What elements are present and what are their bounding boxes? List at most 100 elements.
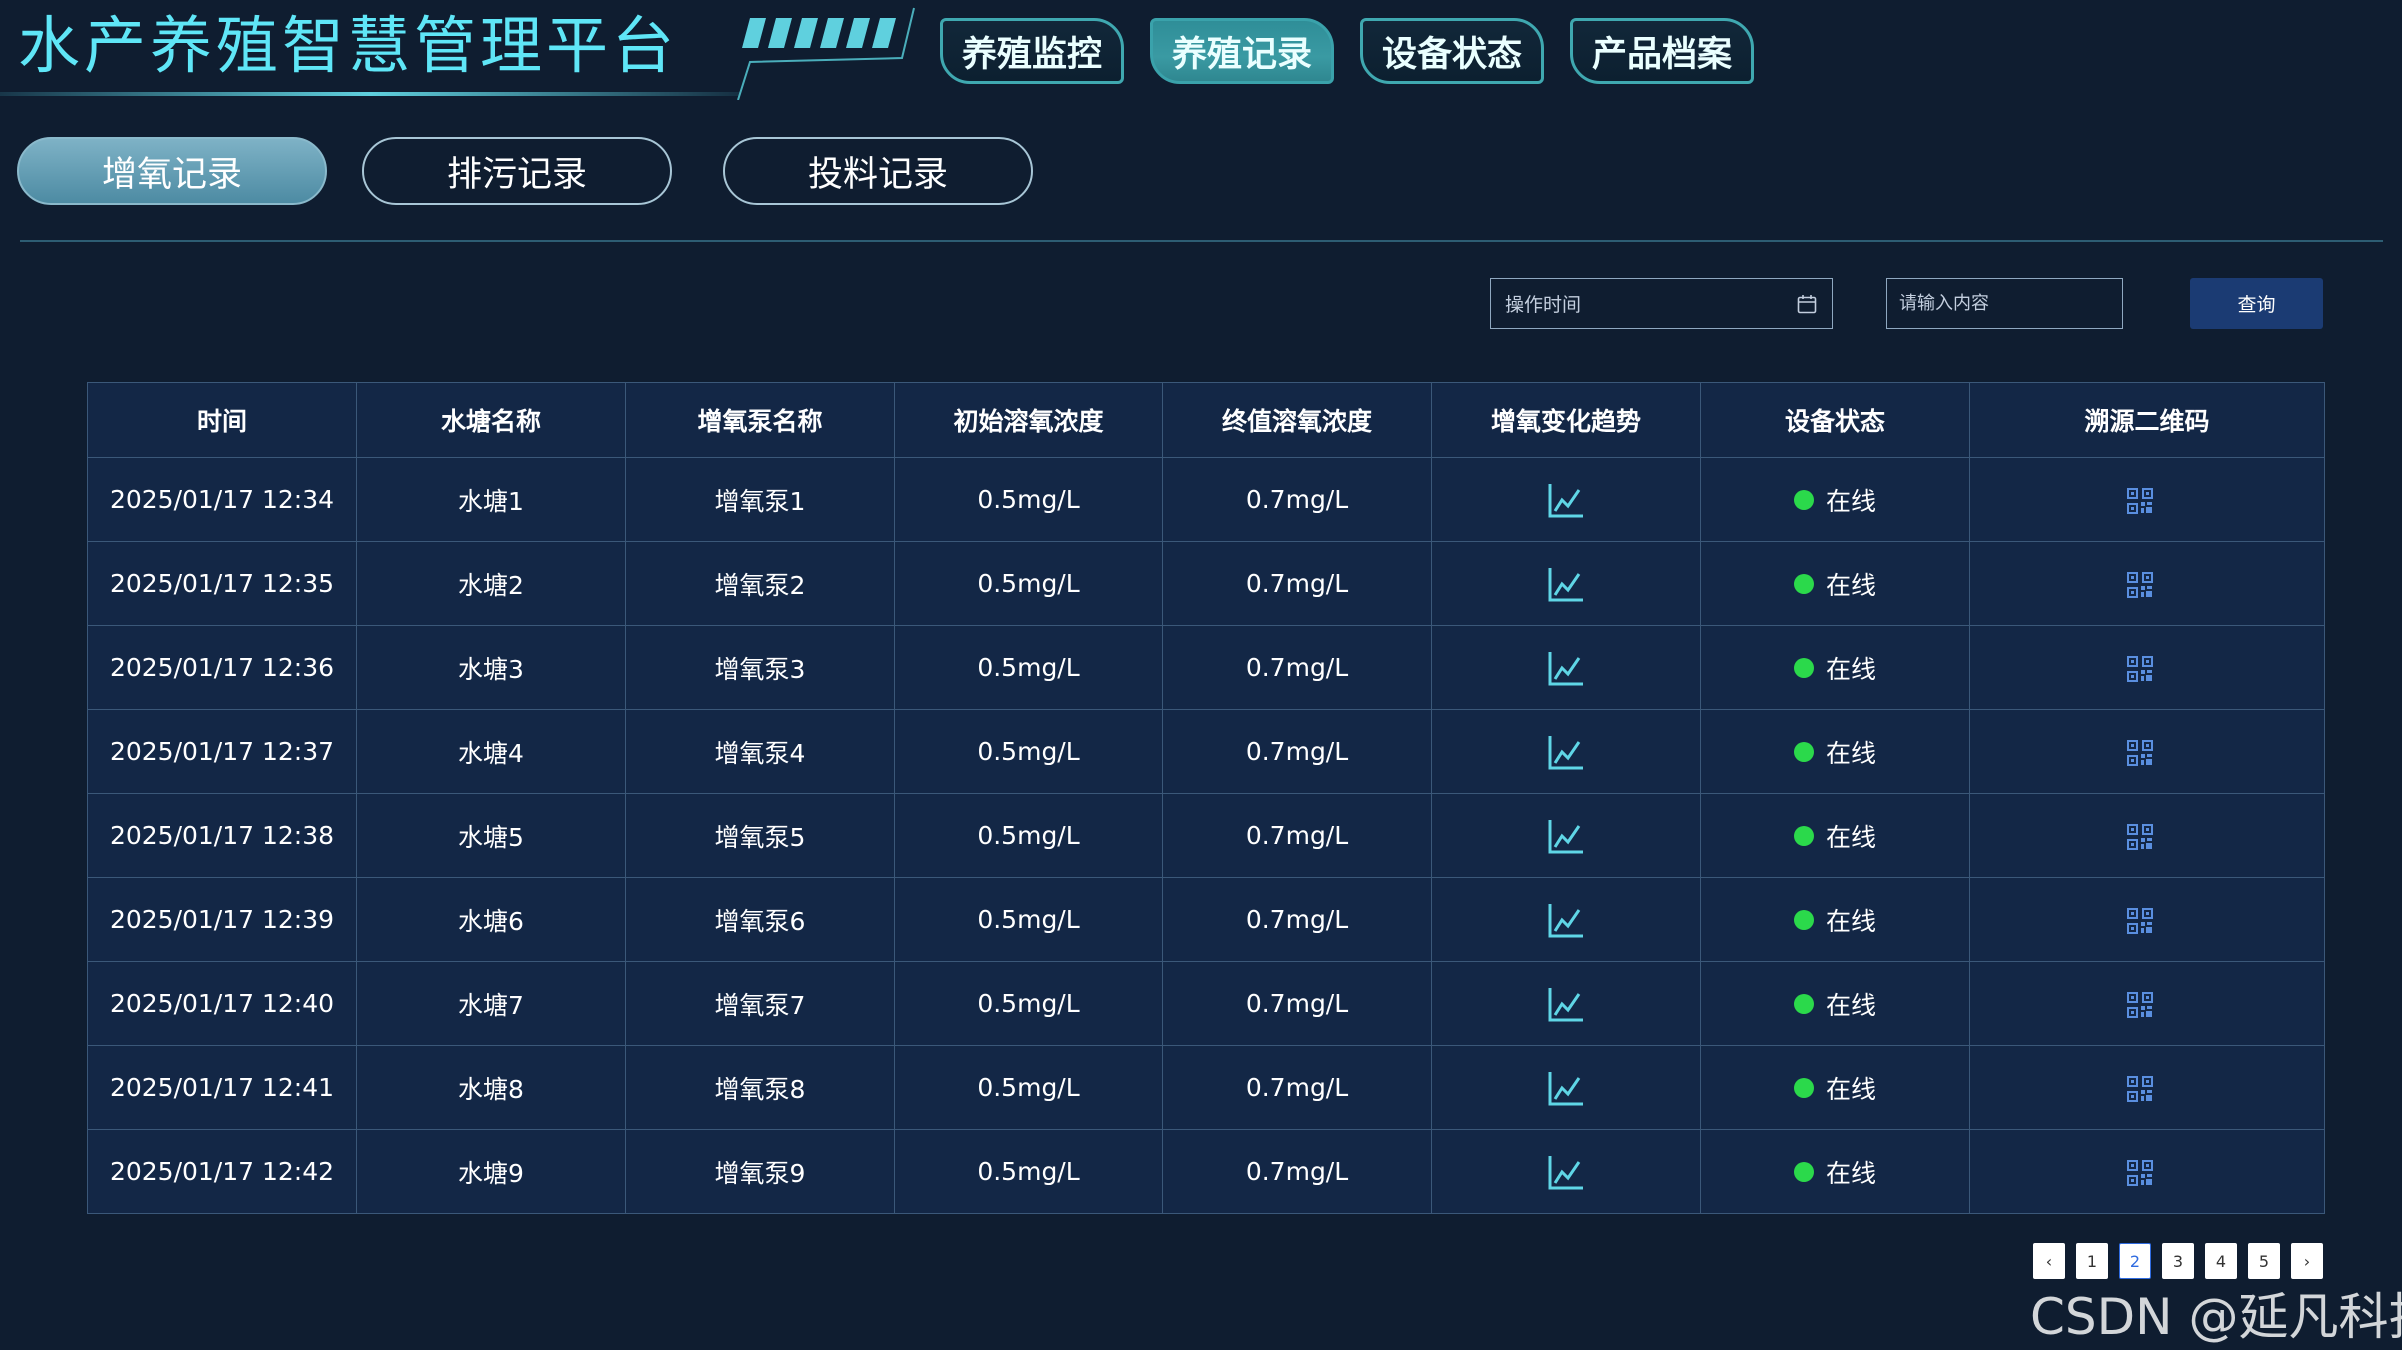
status-label: 在线 <box>1825 738 1876 768</box>
status-dot <box>1793 1161 1814 1182</box>
app-title: 水产养殖智慧管理平台 <box>18 9 679 82</box>
cell-time: 2025/01/17 12:40 <box>87 961 357 1046</box>
cell-final-oxygen: 0.7mg/L <box>1162 877 1432 962</box>
line-chart-icon[interactable] <box>1546 648 1586 688</box>
tab-device-status[interactable]: 设备状态 <box>1360 18 1544 84</box>
search-input[interactable] <box>1886 278 2123 329</box>
status-label: 在线 <box>1825 486 1876 516</box>
qr-code-icon[interactable] <box>2126 487 2154 515</box>
header-trace-qr: 溯源二维码 <box>1969 382 2325 458</box>
divider <box>20 240 2383 242</box>
status-dot <box>1793 993 1814 1014</box>
qr-code-icon[interactable] <box>2126 991 2154 1019</box>
qr-code-icon[interactable] <box>2126 823 2154 851</box>
status-dot <box>1793 909 1814 930</box>
line-chart-icon[interactable] <box>1546 732 1586 772</box>
cell-final-oxygen: 0.7mg/L <box>1162 961 1432 1046</box>
tab-breeding-monitor[interactable]: 养殖监控 <box>940 18 1124 84</box>
cell-pump-name: 增氧泵6 <box>625 877 895 962</box>
line-chart-icon[interactable] <box>1546 984 1586 1024</box>
title-underline <box>0 92 740 96</box>
line-chart-icon[interactable] <box>1546 564 1586 604</box>
tab-product-archive[interactable]: 产品档案 <box>1570 18 1754 84</box>
operation-time-picker[interactable]: 操作时间 <box>1490 278 1833 329</box>
page-button-5[interactable]: 5 <box>2248 1243 2280 1279</box>
table-row: 2025/01/17 12:41 水塘8 增氧泵8 0.5mg/L 0.7mg/… <box>87 1045 2325 1130</box>
cell-trace-qr <box>1969 1045 2325 1130</box>
cell-final-oxygen: 0.7mg/L <box>1162 625 1432 710</box>
status-label: 在线 <box>1825 1158 1876 1188</box>
prev-page-button[interactable]: ‹ <box>2033 1243 2065 1279</box>
status-label: 在线 <box>1825 1074 1876 1104</box>
cell-final-oxygen: 0.7mg/L <box>1162 541 1432 626</box>
tab-breeding-records[interactable]: 养殖记录 <box>1150 18 1334 84</box>
subtab-sewage-records[interactable]: 排污记录 <box>362 137 672 205</box>
cell-time: 2025/01/17 12:34 <box>87 457 357 542</box>
status-label: 在线 <box>1825 654 1876 684</box>
cell-pond-name: 水塘2 <box>356 541 626 626</box>
subtab-feeding-records[interactable]: 投料记录 <box>723 137 1033 205</box>
cell-pond-name: 水塘1 <box>356 457 626 542</box>
line-chart-icon[interactable] <box>1546 900 1586 940</box>
watermark: CSDN @延凡科技 <box>2030 1288 2402 1346</box>
status-indicator: 在线 <box>1793 986 1876 1022</box>
page-button-1[interactable]: 1 <box>2076 1243 2108 1279</box>
qr-code-icon[interactable] <box>2126 739 2154 767</box>
status-indicator: 在线 <box>1793 734 1876 770</box>
query-button[interactable]: 查询 <box>2190 278 2323 329</box>
cell-final-oxygen: 0.7mg/L <box>1162 709 1432 794</box>
table-row: 2025/01/17 12:42 水塘9 增氧泵9 0.5mg/L 0.7mg/… <box>87 1129 2325 1214</box>
cell-time: 2025/01/17 12:36 <box>87 625 357 710</box>
cell-trace-qr <box>1969 709 2325 794</box>
page: 水产养殖智慧管理平台 养殖监控 养殖记录 设备状态 产品档案 增氧记录 排污记录… <box>0 0 2402 1350</box>
cell-pond-name: 水塘7 <box>356 961 626 1046</box>
qr-code-icon[interactable] <box>2126 1159 2154 1187</box>
cell-pump-name: 增氧泵4 <box>625 709 895 794</box>
qr-code-icon[interactable] <box>2126 1075 2154 1103</box>
cell-pond-name: 水塘9 <box>356 1129 626 1214</box>
page-button-3[interactable]: 3 <box>2162 1243 2194 1279</box>
qr-code-icon[interactable] <box>2126 907 2154 935</box>
cell-pond-name: 水塘6 <box>356 877 626 962</box>
table-row: 2025/01/17 12:40 水塘7 增氧泵7 0.5mg/L 0.7mg/… <box>87 961 2325 1046</box>
line-chart-icon[interactable] <box>1546 1152 1586 1192</box>
cell-oxygen-trend <box>1431 625 1701 710</box>
cell-pond-name: 水塘4 <box>356 709 626 794</box>
cell-initial-oxygen: 0.5mg/L <box>894 877 1163 962</box>
line-chart-icon[interactable] <box>1546 480 1586 520</box>
cell-oxygen-trend <box>1431 541 1701 626</box>
cell-device-status: 在线 <box>1700 709 1970 794</box>
cell-device-status: 在线 <box>1700 1129 1970 1214</box>
page-button-4[interactable]: 4 <box>2205 1243 2237 1279</box>
status-dot <box>1793 573 1814 594</box>
qr-code-icon[interactable] <box>2126 655 2154 683</box>
table-body: 2025/01/17 12:34 水塘1 增氧泵1 0.5mg/L 0.7mg/… <box>87 457 2325 1214</box>
cell-initial-oxygen: 0.5mg/L <box>894 1045 1163 1130</box>
line-chart-icon[interactable] <box>1546 1068 1586 1108</box>
cell-pond-name: 水塘3 <box>356 625 626 710</box>
status-label: 在线 <box>1825 990 1876 1020</box>
status-dot <box>1793 489 1814 510</box>
cell-pump-name: 增氧泵2 <box>625 541 895 626</box>
cell-time: 2025/01/17 12:37 <box>87 709 357 794</box>
header-pond-name: 水塘名称 <box>356 382 626 458</box>
status-dot <box>1793 1077 1814 1098</box>
header-pump-name: 增氧泵名称 <box>625 382 895 458</box>
cell-final-oxygen: 0.7mg/L <box>1162 457 1432 542</box>
header-oxygen-trend: 增氧变化趋势 <box>1431 382 1701 458</box>
cell-pond-name: 水塘8 <box>356 1045 626 1130</box>
cell-time: 2025/01/17 12:35 <box>87 541 357 626</box>
cell-trace-qr <box>1969 1129 2325 1214</box>
cell-oxygen-trend <box>1431 877 1701 962</box>
next-page-button[interactable]: › <box>2291 1243 2323 1279</box>
qr-code-icon[interactable] <box>2126 571 2154 599</box>
status-dot <box>1793 741 1814 762</box>
cell-oxygen-trend <box>1431 793 1701 878</box>
subtab-aeration-records[interactable]: 增氧记录 <box>17 137 327 205</box>
status-dot <box>1793 825 1814 846</box>
cell-initial-oxygen: 0.5mg/L <box>894 793 1163 878</box>
page-button-2[interactable]: 2 <box>2119 1243 2151 1279</box>
cell-pump-name: 增氧泵8 <box>625 1045 895 1130</box>
line-chart-icon[interactable] <box>1546 816 1586 856</box>
header-initial-oxygen: 初始溶氧浓度 <box>894 382 1163 458</box>
